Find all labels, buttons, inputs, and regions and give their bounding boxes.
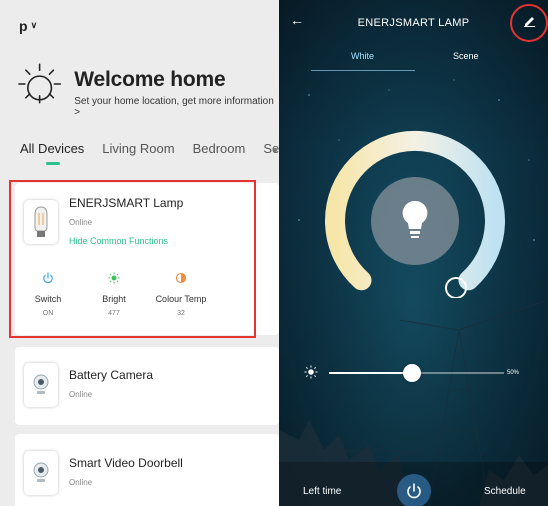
tab-underline: [311, 70, 415, 71]
schedule-button[interactable]: Schedule: [484, 486, 526, 497]
tab-all-devices[interactable]: All Devices: [20, 141, 84, 165]
device-card-doorbell[interactable]: Smart Video Doorbell Online: [15, 434, 279, 506]
welcome-title: Welcome home: [74, 68, 226, 91]
lamp-control-panel: ← ENERJSMART LAMP White Scene 50% Left t…: [279, 0, 548, 506]
brightness-slider-fill: [329, 372, 413, 374]
device-status: Online: [69, 478, 93, 487]
room-tabs: All Devices Living Room Bedroom Seco: [20, 141, 279, 165]
colour-temp-wheel[interactable]: [316, 118, 514, 298]
device-list-panel: p ∨ Welcome home Set your home location,…: [0, 0, 279, 506]
camera-icon: [24, 363, 58, 407]
power-button[interactable]: [397, 474, 431, 506]
brightness-icon: [304, 365, 318, 379]
page-title: ENERJSMART LAMP: [357, 17, 470, 29]
tab-living-room[interactable]: Living Room: [102, 141, 174, 156]
brightness-slider-knob[interactable]: [403, 364, 422, 382]
home-name: p: [19, 18, 28, 34]
sun-icon: [18, 63, 62, 104]
device-name: Smart Video Doorbell: [69, 456, 183, 470]
highlight-circle: [510, 4, 548, 42]
highlight-box: [9, 180, 256, 338]
brightness-percent: 50%: [507, 370, 520, 376]
power-icon: [407, 483, 421, 499]
device-status: Online: [69, 390, 93, 399]
left-time-button[interactable]: Left time: [303, 486, 341, 497]
device-card-camera[interactable]: Battery Camera Online: [15, 347, 279, 425]
doorbell-icon: [24, 451, 58, 495]
more-tabs-dot[interactable]: [273, 148, 277, 152]
chevron-down-icon: ∨: [30, 19, 38, 30]
welcome-subtitle[interactable]: Set your home location, get more informa…: [74, 96, 279, 118]
home-selector[interactable]: p ∨: [19, 18, 37, 34]
tab-bedroom[interactable]: Bedroom: [193, 141, 246, 156]
device-name: Battery Camera: [69, 368, 154, 382]
tab-white[interactable]: White: [351, 51, 374, 61]
tab-scene[interactable]: Scene: [453, 51, 479, 61]
welcome-banner[interactable]: Welcome home Set your home location, get…: [17, 60, 279, 118]
